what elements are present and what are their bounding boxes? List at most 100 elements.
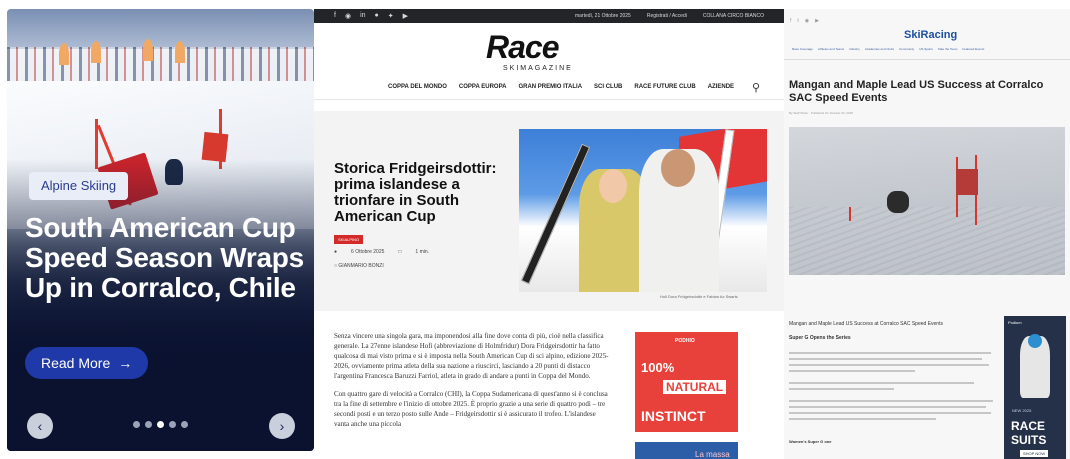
hero-flag (143, 39, 153, 61)
photo-caption: Holl Dora Fridgeirsdottir e Fabian Ax Sw… (660, 294, 738, 299)
ad-line: SUITS (1011, 433, 1047, 447)
user-icon: ○ (334, 263, 338, 269)
nav-item[interactable]: Race Coverage (792, 47, 813, 51)
login-link[interactable]: Registrati / Accedi (647, 13, 687, 19)
section-heading: Super G Opens the Series (789, 335, 851, 341)
youtube-icon[interactable]: ▶ (815, 18, 819, 24)
article-meta: ● 6 Ottobre 2025 □ 1 min. (334, 249, 429, 255)
top-bar: f ◉ in ● ✦ ▶ martedì, 21 Ottobre 2025 Re… (314, 9, 784, 23)
top-bar-right: martedì, 21 Ottobre 2025 Registrati / Ac… (575, 13, 764, 19)
chevron-left-icon: ‹ (37, 418, 43, 434)
arrow-right-icon: → (118, 355, 133, 371)
article-subtitle: Mangan and Maple Lead US Success at Corr… (789, 321, 943, 327)
category-badge[interactable]: SKIALPINO (334, 235, 364, 244)
photo-gate-panel (956, 169, 978, 195)
hero-gate-banner (201, 131, 229, 163)
race-skimagazine-page: f ◉ in ● ✦ ▶ martedì, 21 Ottobre 2025 Re… (314, 9, 784, 459)
article-byline: By Staff Writer · Published On October 0… (789, 111, 853, 115)
ad-athlete (1020, 334, 1050, 398)
nav-item[interactable]: RACE FUTURE CLUB (634, 84, 695, 90)
nav-item[interactable]: SCI CLUB (594, 84, 622, 90)
article-photo (519, 129, 767, 292)
pinterest-icon[interactable]: ● (375, 12, 379, 20)
ad-brand: PODHIO (675, 338, 695, 344)
article-headline: Mangan and Maple Lead US Success at Corr… (789, 79, 1044, 104)
clock-icon: □ (398, 249, 402, 255)
nav-divider (784, 59, 1070, 60)
shop-link[interactable]: COLLANA CIRCO BIANCO (703, 13, 764, 19)
hero-title[interactable]: South American Cup Speed Season Wraps Up… (25, 213, 310, 303)
race-logo[interactable]: Race (486, 29, 559, 66)
photo-gate-pole (849, 207, 851, 221)
carousel-dot-active[interactable] (157, 421, 164, 428)
nav-item[interactable]: Industry (849, 47, 860, 51)
hero-gradient-overlay (7, 159, 314, 451)
category-tag[interactable]: Alpine Skiing (29, 172, 129, 200)
twitter-icon[interactable]: t (797, 18, 798, 24)
facebook-icon[interactable]: f (790, 18, 791, 24)
search-icon[interactable]: ⚲ (752, 81, 760, 94)
photo-athlete (639, 149, 719, 292)
nav-divider (314, 99, 784, 100)
read-more-button[interactable]: Read More → (25, 347, 149, 379)
read-more-label: Read More (41, 355, 111, 371)
instagram-icon[interactable]: ◉ (805, 18, 809, 24)
nav-item[interactable]: Take the Team (938, 47, 957, 51)
skiracing-page: f t ◉ ▶ SkiRacing Race Coverage Athletes… (784, 9, 1070, 459)
ad-line: INSTINCT (641, 408, 706, 424)
carousel-prev-button[interactable]: ‹ (27, 413, 53, 439)
nav-item[interactable]: Community (899, 47, 914, 51)
instagram-icon[interactable]: ◉ (345, 12, 351, 20)
photo-skier (887, 191, 909, 213)
main-nav: COPPA DEL MONDO COPPA EUROPA GRAN PREMIO… (388, 84, 734, 90)
hero-spectators (7, 47, 314, 81)
photo-face (599, 169, 627, 203)
nav-item[interactable]: COPPA EUROPA (459, 84, 507, 90)
ad-tagline: NEW 2025 (1012, 408, 1032, 413)
carousel-dot[interactable] (133, 421, 140, 428)
carousel-dot[interactable] (169, 421, 176, 428)
article-headline: Storica Fridgeirsdottir: prima islandese… (334, 160, 497, 225)
youtube-icon[interactable]: ▶ (403, 12, 408, 20)
sidebar-ad-secondary[interactable]: La massa (635, 442, 738, 459)
nav-item[interactable]: Academies and Clubs (865, 47, 894, 51)
twitter-icon[interactable]: ✦ (388, 12, 394, 20)
nav-item[interactable]: AZIENDE (708, 84, 734, 90)
article-date: 6 Ottobre 2025 (351, 249, 385, 255)
article-body: Senza vincere una singola gara, ma impon… (334, 331, 609, 437)
author-name: GIANMARIO BONZI (338, 263, 384, 269)
nav-item[interactable]: COPPA DEL MONDO (388, 84, 447, 90)
article-paragraph: Senza vincere una singola gara, ma impon… (334, 332, 609, 380)
hero-flag (175, 41, 185, 63)
photo-snow-texture (789, 207, 1065, 275)
facebook-icon[interactable]: f (334, 12, 336, 20)
sidebar-ad[interactable]: PODHIO 100% NATURAL INSTINCT (635, 332, 738, 432)
carousel-next-button[interactable]: › (269, 413, 295, 439)
carousel-dot[interactable] (145, 421, 152, 428)
race-logo-subtitle: SKIMAGAZINE (503, 65, 573, 72)
skiracing-logo[interactable]: SkiRacing (904, 29, 957, 41)
nav-item[interactable]: Athletes and Teams (818, 47, 844, 51)
read-time: 1 min. (415, 249, 430, 255)
photo-face (661, 149, 695, 187)
hero-flag (91, 41, 101, 63)
nav-item[interactable]: US Sports (919, 47, 933, 51)
linkedin-icon[interactable]: in (360, 12, 365, 20)
nav-item[interactable]: GRAN PREMIO ITALIA (518, 84, 582, 90)
chevron-right-icon: › (279, 418, 285, 434)
carousel-dot[interactable] (181, 421, 188, 428)
social-links: f t ◉ ▶ (790, 18, 819, 24)
hero-flag (59, 43, 69, 65)
article-photo (789, 127, 1065, 275)
social-links: f ◉ in ● ✦ ▶ (334, 12, 408, 20)
article-author[interactable]: ○ GIANMARIO BONZI (334, 263, 384, 269)
main-nav: Race Coverage Athletes and Teams Industr… (792, 47, 1062, 51)
carousel-dots (133, 421, 188, 428)
calendar-icon: ● (334, 249, 338, 255)
shop-now-button[interactable]: SHOP NOW (1020, 450, 1049, 457)
article-text-block (789, 352, 999, 424)
nav-item[interactable]: Featured Events (962, 47, 984, 51)
ad-line: 100% (641, 360, 675, 375)
ad-line: RACE (1011, 419, 1046, 433)
sidebar-ad[interactable]: Podium NEW 2025 RACE SUITS SHOP NOW (1004, 316, 1066, 459)
